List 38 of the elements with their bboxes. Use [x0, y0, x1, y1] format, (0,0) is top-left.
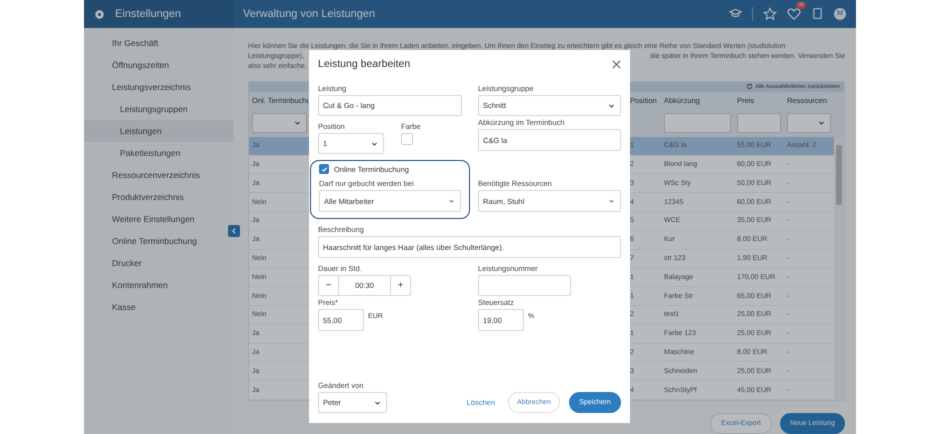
close-icon[interactable] [612, 60, 621, 68]
heart-icon[interactable] [787, 6, 801, 21]
sidebar-item[interactable]: Kasse [84, 296, 234, 318]
filter-input[interactable] [664, 112, 731, 133]
sidebar-item[interactable]: Drucker [84, 252, 234, 274]
sidebar-item[interactable]: Leistungsverzeichnis [84, 76, 234, 98]
refresh-icon [746, 83, 754, 90]
settings-icon [94, 8, 105, 20]
chevron-left-icon [230, 227, 238, 235]
sidebar-title: Einstellungen [115, 8, 182, 20]
chevron-down-icon [374, 399, 381, 406]
sidebar-item[interactable]: Leistungen [84, 120, 234, 142]
sidebar-item[interactable]: Weitere Einstellungen [84, 208, 234, 230]
sidebar-item[interactable]: Leistungsgruppen [84, 98, 234, 120]
chevron-down-icon [448, 198, 455, 204]
filter-input[interactable] [737, 112, 781, 133]
chevron-down-icon [818, 119, 825, 126]
sidebar-item[interactable]: Produktverzeichnis [84, 186, 234, 208]
page-title: Verwaltung von Leistungen [243, 8, 376, 20]
star-icon[interactable] [763, 6, 777, 21]
sidebar-item[interactable]: Ressourcenverzeichnis [84, 164, 234, 186]
chevron-down-icon [608, 102, 615, 109]
sidebar-item[interactable]: Ihr Geschäft [84, 32, 234, 54]
dialog-title: Leistung bearbeiten [318, 58, 410, 70]
sidebar-item[interactable]: Paketleistungen [84, 142, 234, 164]
sidebar-item[interactable]: Kontenrahmen [84, 274, 234, 296]
chevron-down-icon [608, 198, 615, 204]
increase-button[interactable]: + [390, 275, 411, 296]
online-booking-checkbox[interactable] [319, 164, 329, 174]
chevron-down-icon [294, 119, 301, 126]
scrollbar-thumb[interactable] [836, 144, 842, 205]
sidebar-item[interactable]: Online Terminbuchung [84, 230, 234, 252]
decrease-button[interactable]: − [318, 275, 339, 296]
color-checkbox[interactable] [401, 133, 413, 145]
service-number-input[interactable] [478, 275, 571, 296]
sidebar-item[interactable]: Öffnungszeiten [84, 54, 234, 76]
chevron-down-icon [371, 140, 378, 147]
collapse-button[interactable] [228, 225, 240, 237]
